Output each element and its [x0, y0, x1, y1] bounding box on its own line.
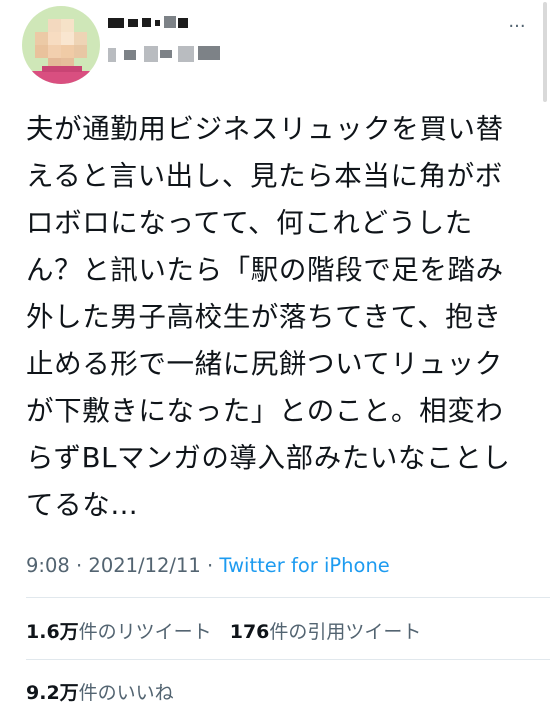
more-options-button[interactable]: ··· — [504, 15, 530, 37]
quotes-label: 件の引用ツイート — [269, 621, 422, 643]
retweets-count: 1.6万 — [26, 621, 79, 643]
likes-stats-row: 9.2万件のいいね — [26, 678, 174, 704]
tweet-source-link[interactable]: Twitter for iPhone — [219, 554, 389, 577]
meta-separator: · — [69, 554, 89, 577]
quotes-count: 176 — [229, 621, 270, 643]
display-name[interactable] — [108, 16, 228, 30]
tweet-time[interactable]: 9:08 — [26, 554, 70, 577]
tweet: ··· 夫が通勤用ビジネスリュックを買い替えると言い出し、見たら本当に角がボロボ… — [0, 0, 550, 704]
scrollbar[interactable] — [543, 2, 547, 102]
engagement-stats-row: 1.6万件のリツイート 176件の引用ツイート — [26, 617, 421, 644]
tweet-metadata: 9:08 · 2021/12/11 · Twitter for iPhone — [26, 554, 390, 577]
likes-stat[interactable]: 9.2万件のいいね — [26, 678, 174, 704]
more-horizontal-icon: ··· — [508, 15, 526, 37]
meta-separator: · — [200, 554, 220, 577]
likes-count: 9.2万 — [26, 682, 79, 704]
tweet-text: 夫が通勤用ビジネスリュックを買い替えると言い出し、見たら本当に角がボロボロになっ… — [26, 113, 511, 521]
likes-label: 件のいいね — [78, 682, 174, 704]
retweets-label: 件のリツイート — [78, 621, 212, 643]
tweet-date[interactable]: 2021/12/11 — [88, 554, 200, 577]
divider — [26, 597, 550, 598]
user-handle[interactable] — [108, 44, 233, 64]
avatar[interactable] — [22, 6, 100, 84]
quotes-stat[interactable]: 176件の引用ツイート — [230, 617, 422, 644]
divider — [26, 659, 550, 660]
retweets-stat[interactable]: 1.6万件のリツイート — [26, 617, 212, 644]
